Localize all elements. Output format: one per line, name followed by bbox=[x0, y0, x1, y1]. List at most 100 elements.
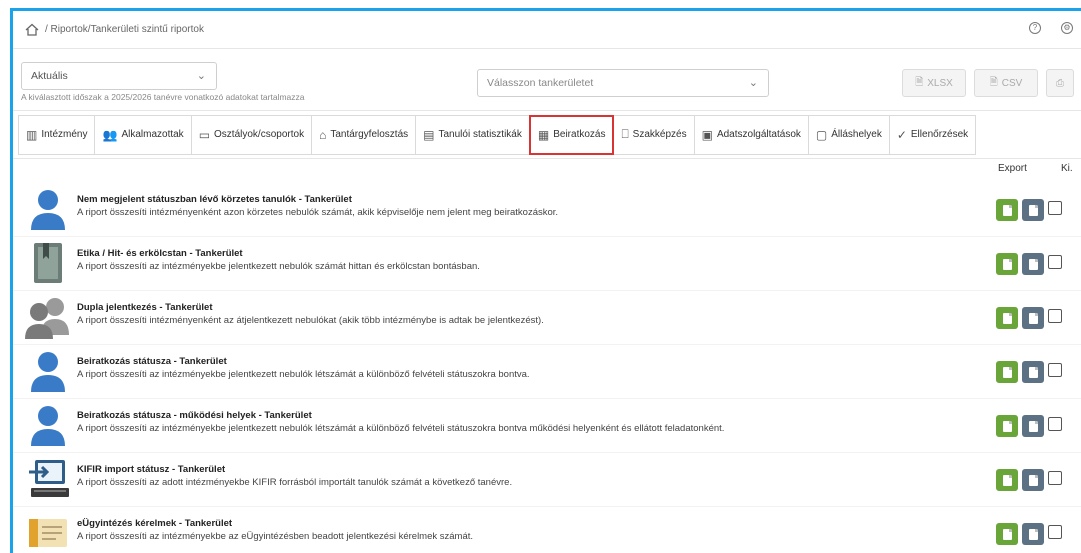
report-row: eÜgyintézés kérelmek - Tankerület A ripo… bbox=[13, 507, 1081, 553]
csv-download-button[interactable] bbox=[1022, 253, 1044, 275]
xlsx-download-button[interactable] bbox=[996, 199, 1018, 221]
xlsx-file-icon bbox=[1002, 258, 1012, 270]
class-icon: ▭ bbox=[198, 127, 211, 142]
person-icon bbox=[31, 406, 65, 446]
tab-label: Intézmény bbox=[41, 129, 88, 140]
tab-label: Adatszolgáltatások bbox=[716, 129, 801, 140]
tab-osztalyok[interactable]: ▭ Osztályok/csoportok bbox=[190, 114, 313, 155]
person-icon bbox=[31, 352, 65, 392]
report-description: A riport összesíti az intézményekbe jele… bbox=[77, 369, 530, 380]
xlsx-file-icon bbox=[1002, 312, 1012, 324]
settings-icon[interactable]: ⚙ bbox=[1061, 22, 1073, 34]
computer-import-icon bbox=[29, 460, 69, 497]
users-icon: 👥 bbox=[102, 127, 118, 142]
csv-file-icon bbox=[1028, 312, 1038, 324]
report-title[interactable]: Nem megjelent státuszban lévő körzetes t… bbox=[77, 194, 352, 205]
csv-download-button[interactable] bbox=[1022, 307, 1044, 329]
csv-file-icon bbox=[1028, 474, 1038, 486]
csv-export-button[interactable]: 🗎 CSV bbox=[974, 69, 1038, 97]
csv-file-icon bbox=[1028, 528, 1038, 540]
help-icon[interactable]: ? bbox=[1029, 22, 1041, 34]
xlsx-file-icon bbox=[1002, 474, 1012, 486]
report-row: Nem megjelent státuszban lévő körzetes t… bbox=[13, 183, 1081, 237]
print-button[interactable]: ⎙ bbox=[1046, 69, 1074, 97]
filter-bar: Aktuális ⌄ A kiválasztott időszak a 2025… bbox=[13, 49, 1081, 111]
tab-label: Tanulói statisztikák bbox=[438, 129, 522, 140]
tab-allashelyek[interactable]: ▢ Álláshelyek bbox=[807, 114, 890, 155]
print-icon: ⎙ bbox=[1056, 77, 1064, 89]
chevron-down-icon: ⌄ bbox=[196, 70, 206, 82]
home-icon[interactable] bbox=[25, 23, 39, 36]
xlsx-download-button[interactable] bbox=[996, 469, 1018, 491]
report-title[interactable]: eÜgyintézés kérelmek - Tankerület bbox=[77, 518, 232, 529]
csv-file-icon bbox=[1028, 366, 1038, 378]
xlsx-download-button[interactable] bbox=[996, 307, 1018, 329]
report-row: KIFIR import státusz - Tankerület A ripo… bbox=[13, 453, 1081, 507]
person-icon bbox=[31, 190, 65, 230]
tab-label: Beiratkozás bbox=[553, 129, 606, 140]
csv-file-icon bbox=[1028, 258, 1038, 270]
csv-download-button[interactable] bbox=[1022, 415, 1044, 437]
report-checkbox[interactable] bbox=[1048, 201, 1062, 215]
enroll-icon: ▦ bbox=[537, 127, 550, 142]
xlsx-file-icon bbox=[1002, 204, 1012, 216]
data-icon: ▣ bbox=[701, 127, 713, 142]
report-checkbox[interactable] bbox=[1048, 525, 1062, 539]
tab-label: Osztályok/csoportok bbox=[214, 129, 305, 140]
report-title[interactable]: Etika / Hit- és erkölcstan - Tankerület bbox=[77, 248, 243, 259]
district-select-placeholder: Válasszon tankerületet bbox=[487, 77, 594, 89]
tab-szakkepzes[interactable]: ⎕ Szakképzés bbox=[613, 114, 695, 155]
report-title[interactable]: Dupla jelentkezés - Tankerület bbox=[77, 302, 213, 313]
id-card-icon bbox=[29, 519, 67, 547]
report-row: Beiratkozás státusza - Tankerület A ripo… bbox=[13, 345, 1081, 399]
tab-tantargyfelosztas[interactable]: ⌂ Tantárgyfelosztás bbox=[311, 114, 417, 155]
csv-download-button[interactable] bbox=[1022, 199, 1044, 221]
report-checkbox[interactable] bbox=[1048, 255, 1062, 269]
tab-ellenorzesek[interactable]: ✓ Ellenőrzések bbox=[888, 114, 977, 155]
period-select-value: Aktuális bbox=[31, 70, 68, 82]
csv-export-label: CSV bbox=[1001, 77, 1023, 89]
csv-file-icon bbox=[1028, 204, 1038, 216]
xlsx-file-icon: 🗎 bbox=[915, 76, 924, 88]
report-checkbox[interactable] bbox=[1048, 309, 1062, 323]
tab-intezmeny[interactable]: ▥ Intézmény bbox=[18, 114, 96, 155]
csv-download-button[interactable] bbox=[1022, 469, 1044, 491]
xlsx-download-button[interactable] bbox=[996, 361, 1018, 383]
report-title[interactable]: Beiratkozás státusza - Tankerület bbox=[77, 356, 227, 367]
stats-icon: ▤ bbox=[423, 127, 435, 142]
subject-icon: ⌂ bbox=[319, 127, 327, 142]
report-list: Nem megjelent státuszban lévő körzetes t… bbox=[13, 183, 1081, 553]
tab-beiratkozas[interactable]: ▦ Beiratkozás bbox=[528, 114, 615, 155]
csv-file-icon: 🗎 bbox=[989, 76, 998, 88]
report-checkbox[interactable] bbox=[1048, 363, 1062, 377]
xlsx-export-button[interactable]: 🗎 XLSX bbox=[902, 69, 966, 97]
tab-alkalmazottak[interactable]: 👥 Alkalmazottak bbox=[94, 114, 192, 155]
report-description: A riport összesíti az intézményekbe jele… bbox=[77, 261, 480, 272]
district-select[interactable]: Válasszon tankerületet ⌄ bbox=[477, 69, 769, 97]
breadcrumb[interactable]: / Riportok/Tankerületi szintű riportok bbox=[45, 24, 204, 35]
xlsx-download-button[interactable] bbox=[996, 415, 1018, 437]
csv-download-button[interactable] bbox=[1022, 361, 1044, 383]
select-column-header: Ki. bbox=[1061, 163, 1073, 174]
tab-adatszolgaltatasok[interactable]: ▣ Adatszolgáltatások bbox=[693, 114, 809, 155]
report-checkbox[interactable] bbox=[1048, 417, 1062, 431]
position-icon: ▢ bbox=[815, 127, 828, 142]
tab-label: Ellenőrzések bbox=[910, 129, 969, 140]
report-title[interactable]: KIFIR import státusz - Tankerület bbox=[77, 464, 225, 475]
csv-download-button[interactable] bbox=[1022, 523, 1044, 545]
csv-file-icon bbox=[1028, 420, 1038, 432]
xlsx-file-icon bbox=[1002, 420, 1012, 432]
xlsx-download-button[interactable] bbox=[996, 253, 1018, 275]
report-checkbox[interactable] bbox=[1048, 471, 1062, 485]
period-select[interactable]: Aktuális ⌄ bbox=[21, 62, 217, 90]
export-column-header: Export bbox=[998, 163, 1027, 174]
tab-tanuloi-statisztikak[interactable]: ▤ Tanulói statisztikák bbox=[415, 114, 530, 155]
bookmark-icon: ⎕ bbox=[621, 127, 629, 141]
xlsx-download-button[interactable] bbox=[996, 523, 1018, 545]
report-row: Etika / Hit- és erkölcstan - Tankerület … bbox=[13, 237, 1081, 291]
tab-label: Alkalmazottak bbox=[121, 129, 184, 140]
report-title[interactable]: Beiratkozás státusza - működési helyek -… bbox=[77, 410, 312, 421]
report-description: A riport összesíti az adott intézményekb… bbox=[77, 477, 513, 488]
xlsx-file-icon bbox=[1002, 528, 1012, 540]
group-icon bbox=[25, 298, 69, 339]
